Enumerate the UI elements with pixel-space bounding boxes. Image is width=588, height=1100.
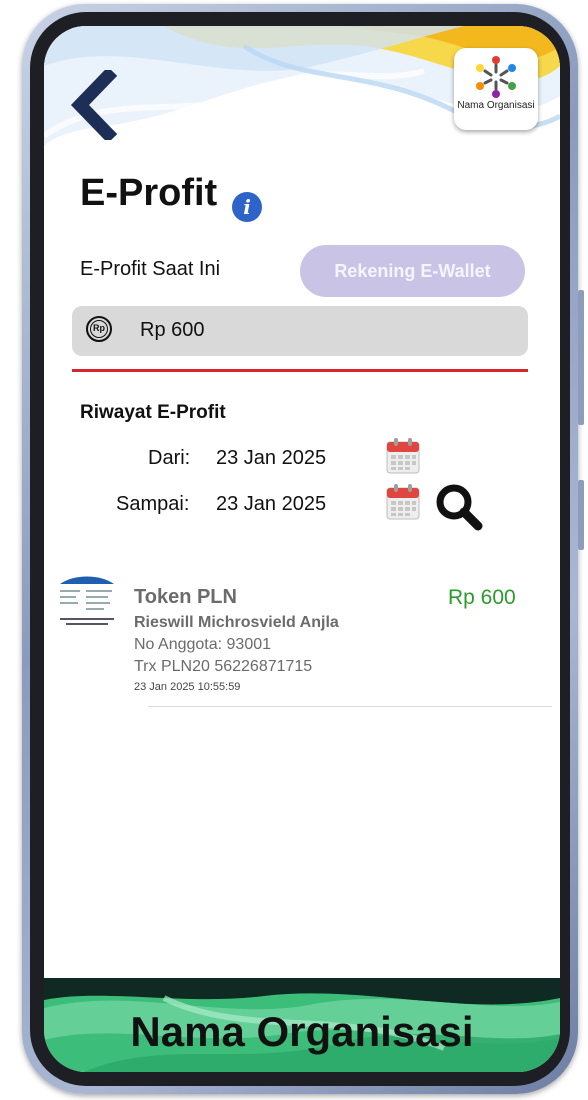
from-date-calendar-button[interactable] [386, 438, 420, 474]
to-date-value[interactable]: 23 Jan 2025 [216, 493, 326, 516]
organization-badge: Nama Organisasi [454, 48, 538, 130]
receipt-thumbnail-icon [56, 574, 118, 630]
current-profit-label: E-Profit Saat Ini [80, 258, 221, 280]
organization-badge-name: Nama Organisasi [457, 100, 535, 111]
app-screen: Nama Organisasi E-Profit i E-Profit Saat… [44, 26, 560, 1072]
search-button[interactable] [434, 482, 484, 532]
from-date-label: Dari: [148, 447, 191, 469]
search-icon [436, 484, 483, 531]
history-title: Riwayat E-Profit [80, 402, 226, 423]
balance-display: Rp Rp 600 [72, 306, 528, 356]
transaction-list-item[interactable]: Token PLN Rieswill Michrosvield Anjla No… [52, 570, 552, 706]
footer-organization-name: Nama Organisasi [130, 1008, 474, 1055]
back-button[interactable] [66, 66, 126, 144]
list-divider [148, 706, 552, 707]
transaction-member-number: No Anggota: 93001 [134, 636, 272, 653]
transaction-timestamp: 23 Jan 2025 10:55:59 [134, 681, 241, 693]
footer-banner: Nama Organisasi [44, 978, 560, 1072]
transaction-name: Token PLN [134, 586, 237, 608]
calendar-icon [386, 438, 420, 474]
back-arrow-icon [70, 66, 118, 144]
to-date-label: Sampai: [116, 493, 190, 515]
transaction-reference: Trx PLN20 56226871715 [134, 658, 313, 675]
volume-button [578, 290, 584, 425]
to-date-calendar-button[interactable] [386, 484, 420, 520]
info-icon[interactable]: i [232, 192, 262, 222]
organization-logo-icon [476, 56, 516, 98]
rupiah-coin-icon: Rp [86, 316, 112, 342]
from-date-value[interactable]: 23 Jan 2025 [216, 447, 326, 470]
transaction-person: Rieswill Michrosvield Anjla [134, 614, 339, 631]
power-button [578, 480, 584, 550]
balance-value: Rp 600 [140, 319, 205, 341]
calendar-icon [386, 484, 420, 520]
page-title: E-Profit [80, 172, 218, 214]
section-divider [72, 369, 528, 372]
e-wallet-account-button[interactable]: Rekening E-Wallet [300, 245, 525, 297]
transaction-amount: Rp 600 [448, 586, 516, 609]
